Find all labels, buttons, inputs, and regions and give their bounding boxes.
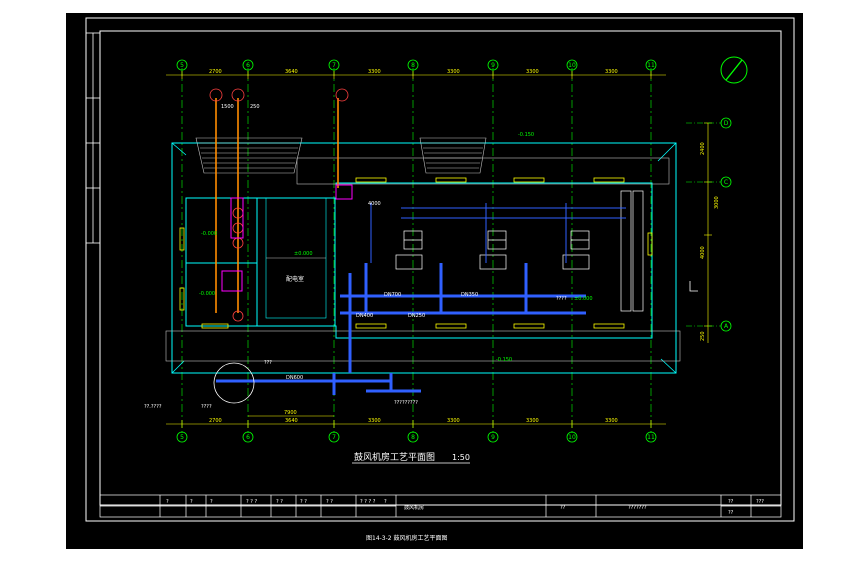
dim-250: 250 xyxy=(250,104,260,110)
elevation-left-2: -0.000 xyxy=(199,291,215,297)
right-dimension-line xyxy=(686,122,721,343)
note-4: ????????? xyxy=(394,400,418,406)
tb-cell-8: ? ? ? ? xyxy=(360,499,376,505)
section-mark xyxy=(689,281,698,292)
elevation-right: ±0.000 xyxy=(574,296,593,302)
tb-project: 鼓风机房 xyxy=(404,504,424,511)
top-dim-1: 2700 xyxy=(209,69,222,75)
axis-top-9: 9 xyxy=(491,62,495,69)
tb-right-2: ??? xyxy=(756,499,764,505)
elevation-top: -0.150 xyxy=(518,132,534,138)
axis-top-7: 7 xyxy=(332,62,336,69)
elevation-room: ±0.000 xyxy=(294,251,313,257)
drawing-title: 鼓风机房工艺平面图 xyxy=(354,451,435,463)
axis-bottom-6: 6 xyxy=(246,434,250,441)
right-dim-2: 3000 xyxy=(714,196,720,209)
bottom-span-dim: 7900 xyxy=(284,410,297,416)
axis-bottom-8: 8 xyxy=(411,434,415,441)
axis-top-6: 6 xyxy=(246,62,250,69)
axis-top-10: 10 xyxy=(568,62,576,69)
bottom-dimension-line xyxy=(166,415,666,428)
air-pipes-thin xyxy=(370,203,626,263)
bottom-dim-3: 3300 xyxy=(368,418,381,424)
control-room-label: 配电室 xyxy=(286,275,304,283)
axis-right-C: C xyxy=(724,179,728,186)
building-outline xyxy=(165,142,681,374)
axis-bottom-9: 9 xyxy=(491,434,495,441)
tb-drawing-name: ??????? xyxy=(628,505,647,511)
tb-cell-9: ? xyxy=(384,499,387,505)
drawing-scale: 1:50 xyxy=(452,453,470,462)
axis-top-8: 8 xyxy=(411,62,415,69)
tb-cell-1: ? xyxy=(166,499,169,505)
axis-right-A: A xyxy=(724,323,729,330)
axis-bottom-5: 5 xyxy=(180,434,184,441)
air-pipes xyxy=(216,263,586,395)
axis-top-11: 11 xyxy=(647,62,655,69)
note-2: ??? xyxy=(264,360,272,366)
bottom-dim-6: 3300 xyxy=(605,418,618,424)
elevation-left-1: -0.000 xyxy=(201,231,217,237)
blower-units xyxy=(395,190,644,312)
footer-caption: 图14-3-2 鼓风机房工艺平面图 xyxy=(366,534,448,542)
bottom-dim-1: 2700 xyxy=(209,418,222,424)
elevation-bottom: -0.150 xyxy=(496,357,512,363)
binding-strip xyxy=(86,32,100,244)
tb-cell-3: ? xyxy=(210,499,213,505)
tb-cell-4: ? ? ? xyxy=(246,499,257,505)
note-3: ??.???? xyxy=(144,404,162,410)
axis-bottom-11: 11 xyxy=(647,434,655,441)
tb-cell-5: ? ? xyxy=(276,499,283,505)
title-block xyxy=(99,494,782,518)
tb-right-3: ?? xyxy=(728,510,734,516)
axis-top-5: 5 xyxy=(180,62,184,69)
tb-right-1: ?? xyxy=(728,499,734,505)
top-dim-6: 3300 xyxy=(605,69,618,75)
tb-cell-2: ? xyxy=(190,499,193,505)
axis-right-D: D xyxy=(724,120,729,127)
top-dim-5: 3300 xyxy=(526,69,539,75)
north-arrow-icon xyxy=(720,56,748,84)
tb-cell-7: ? ? xyxy=(326,499,333,505)
windows xyxy=(179,177,653,329)
pipe-label-5: DN400 xyxy=(356,313,373,319)
interior-walls xyxy=(186,197,336,326)
bottom-dim-4: 3300 xyxy=(447,418,460,424)
bottom-dim-2: 3640 xyxy=(285,418,298,424)
note-1: ???? xyxy=(556,296,567,302)
orange-pipes xyxy=(215,98,339,313)
right-dim-1: 2400 xyxy=(700,142,706,155)
axis-bottom-7: 7 xyxy=(332,434,336,441)
pipe-label-4: DN600 xyxy=(286,375,303,381)
cad-drawing: 2700 3640 3300 3300 3300 3300 5 6 7 8 9 … xyxy=(85,17,795,542)
dim-1500: 1500 xyxy=(221,104,234,110)
top-dimension-line xyxy=(166,71,666,79)
right-dim-4: 250 xyxy=(700,331,706,341)
tb-sheet-no: ?? xyxy=(560,505,566,511)
drawing-sheet: 2700 3640 3300 3300 3300 3300 5 6 7 8 9 … xyxy=(66,13,803,549)
pipe-label-1: DN700 xyxy=(384,292,401,298)
top-dim-2: 3640 xyxy=(285,69,298,75)
dim-4000: 4000 xyxy=(368,201,381,207)
grid-axis-lines xyxy=(181,68,652,433)
tb-cell-6: ? ? xyxy=(300,499,307,505)
pipe-label-3: DN250 xyxy=(408,313,425,319)
note-5: ???? xyxy=(201,404,212,410)
bottom-dim-5: 3300 xyxy=(526,418,539,424)
pipe-label-2: DN350 xyxy=(461,292,478,298)
top-dim-3: 3300 xyxy=(368,69,381,75)
axis-bottom-10: 10 xyxy=(568,434,576,441)
right-dim-3: 4000 xyxy=(700,246,706,259)
right-axis-bubbles xyxy=(720,117,732,332)
top-dim-4: 3300 xyxy=(447,69,460,75)
